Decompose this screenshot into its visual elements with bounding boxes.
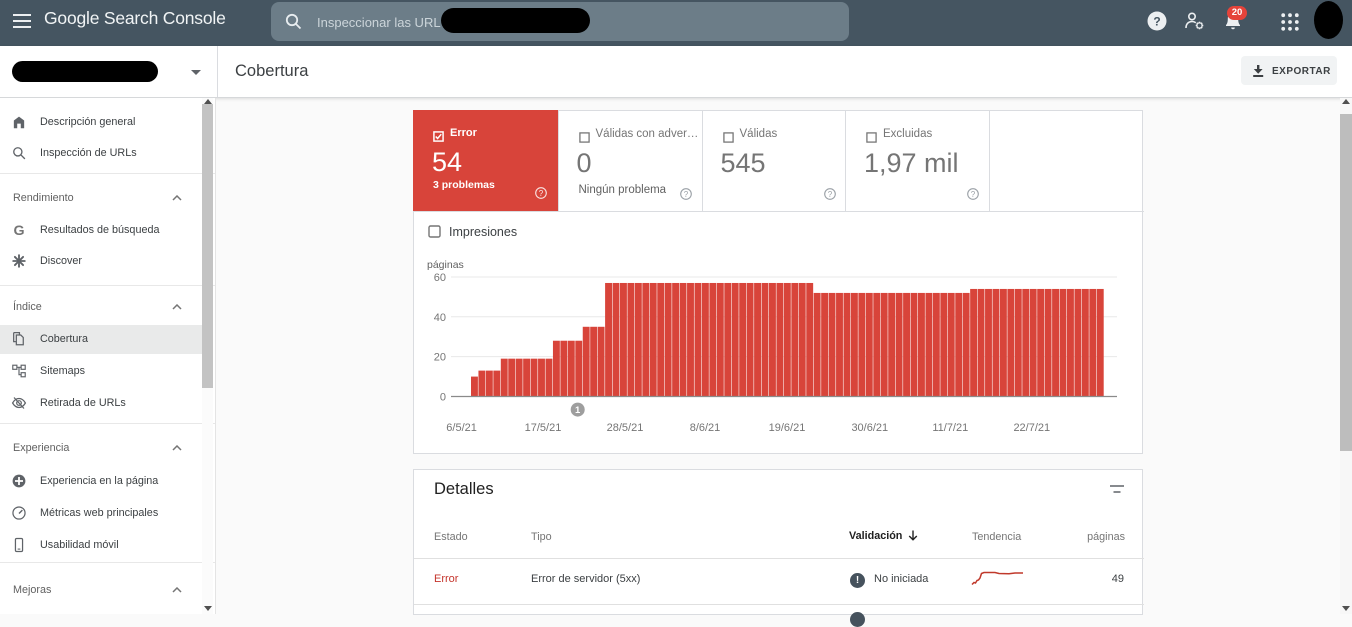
svg-text:?: ? — [1153, 15, 1160, 29]
svg-text:8/6/21: 8/6/21 — [690, 422, 721, 434]
svg-text:17/5/21: 17/5/21 — [525, 422, 562, 434]
svg-text:0: 0 — [440, 391, 446, 403]
svg-text:22/7/21: 22/7/21 — [1013, 422, 1050, 434]
svg-text:11/7/21: 11/7/21 — [932, 422, 968, 434]
svg-text:19/6/21: 19/6/21 — [769, 422, 806, 434]
svg-text:?: ? — [971, 190, 976, 199]
svg-text:30/6/21: 30/6/21 — [851, 422, 888, 434]
svg-text:?: ? — [683, 190, 688, 199]
svg-text:40: 40 — [434, 312, 446, 324]
svg-text:1: 1 — [575, 405, 581, 416]
svg-text:60: 60 — [434, 272, 446, 284]
svg-text:6/5/21: 6/5/21 — [446, 422, 477, 434]
svg-text:páginas: páginas — [427, 259, 464, 271]
svg-text:?: ? — [827, 190, 832, 199]
svg-text:28/5/21: 28/5/21 — [607, 422, 644, 434]
svg-text:20: 20 — [434, 352, 446, 364]
svg-text:?: ? — [539, 189, 544, 198]
svg-text:G: G — [13, 223, 24, 238]
